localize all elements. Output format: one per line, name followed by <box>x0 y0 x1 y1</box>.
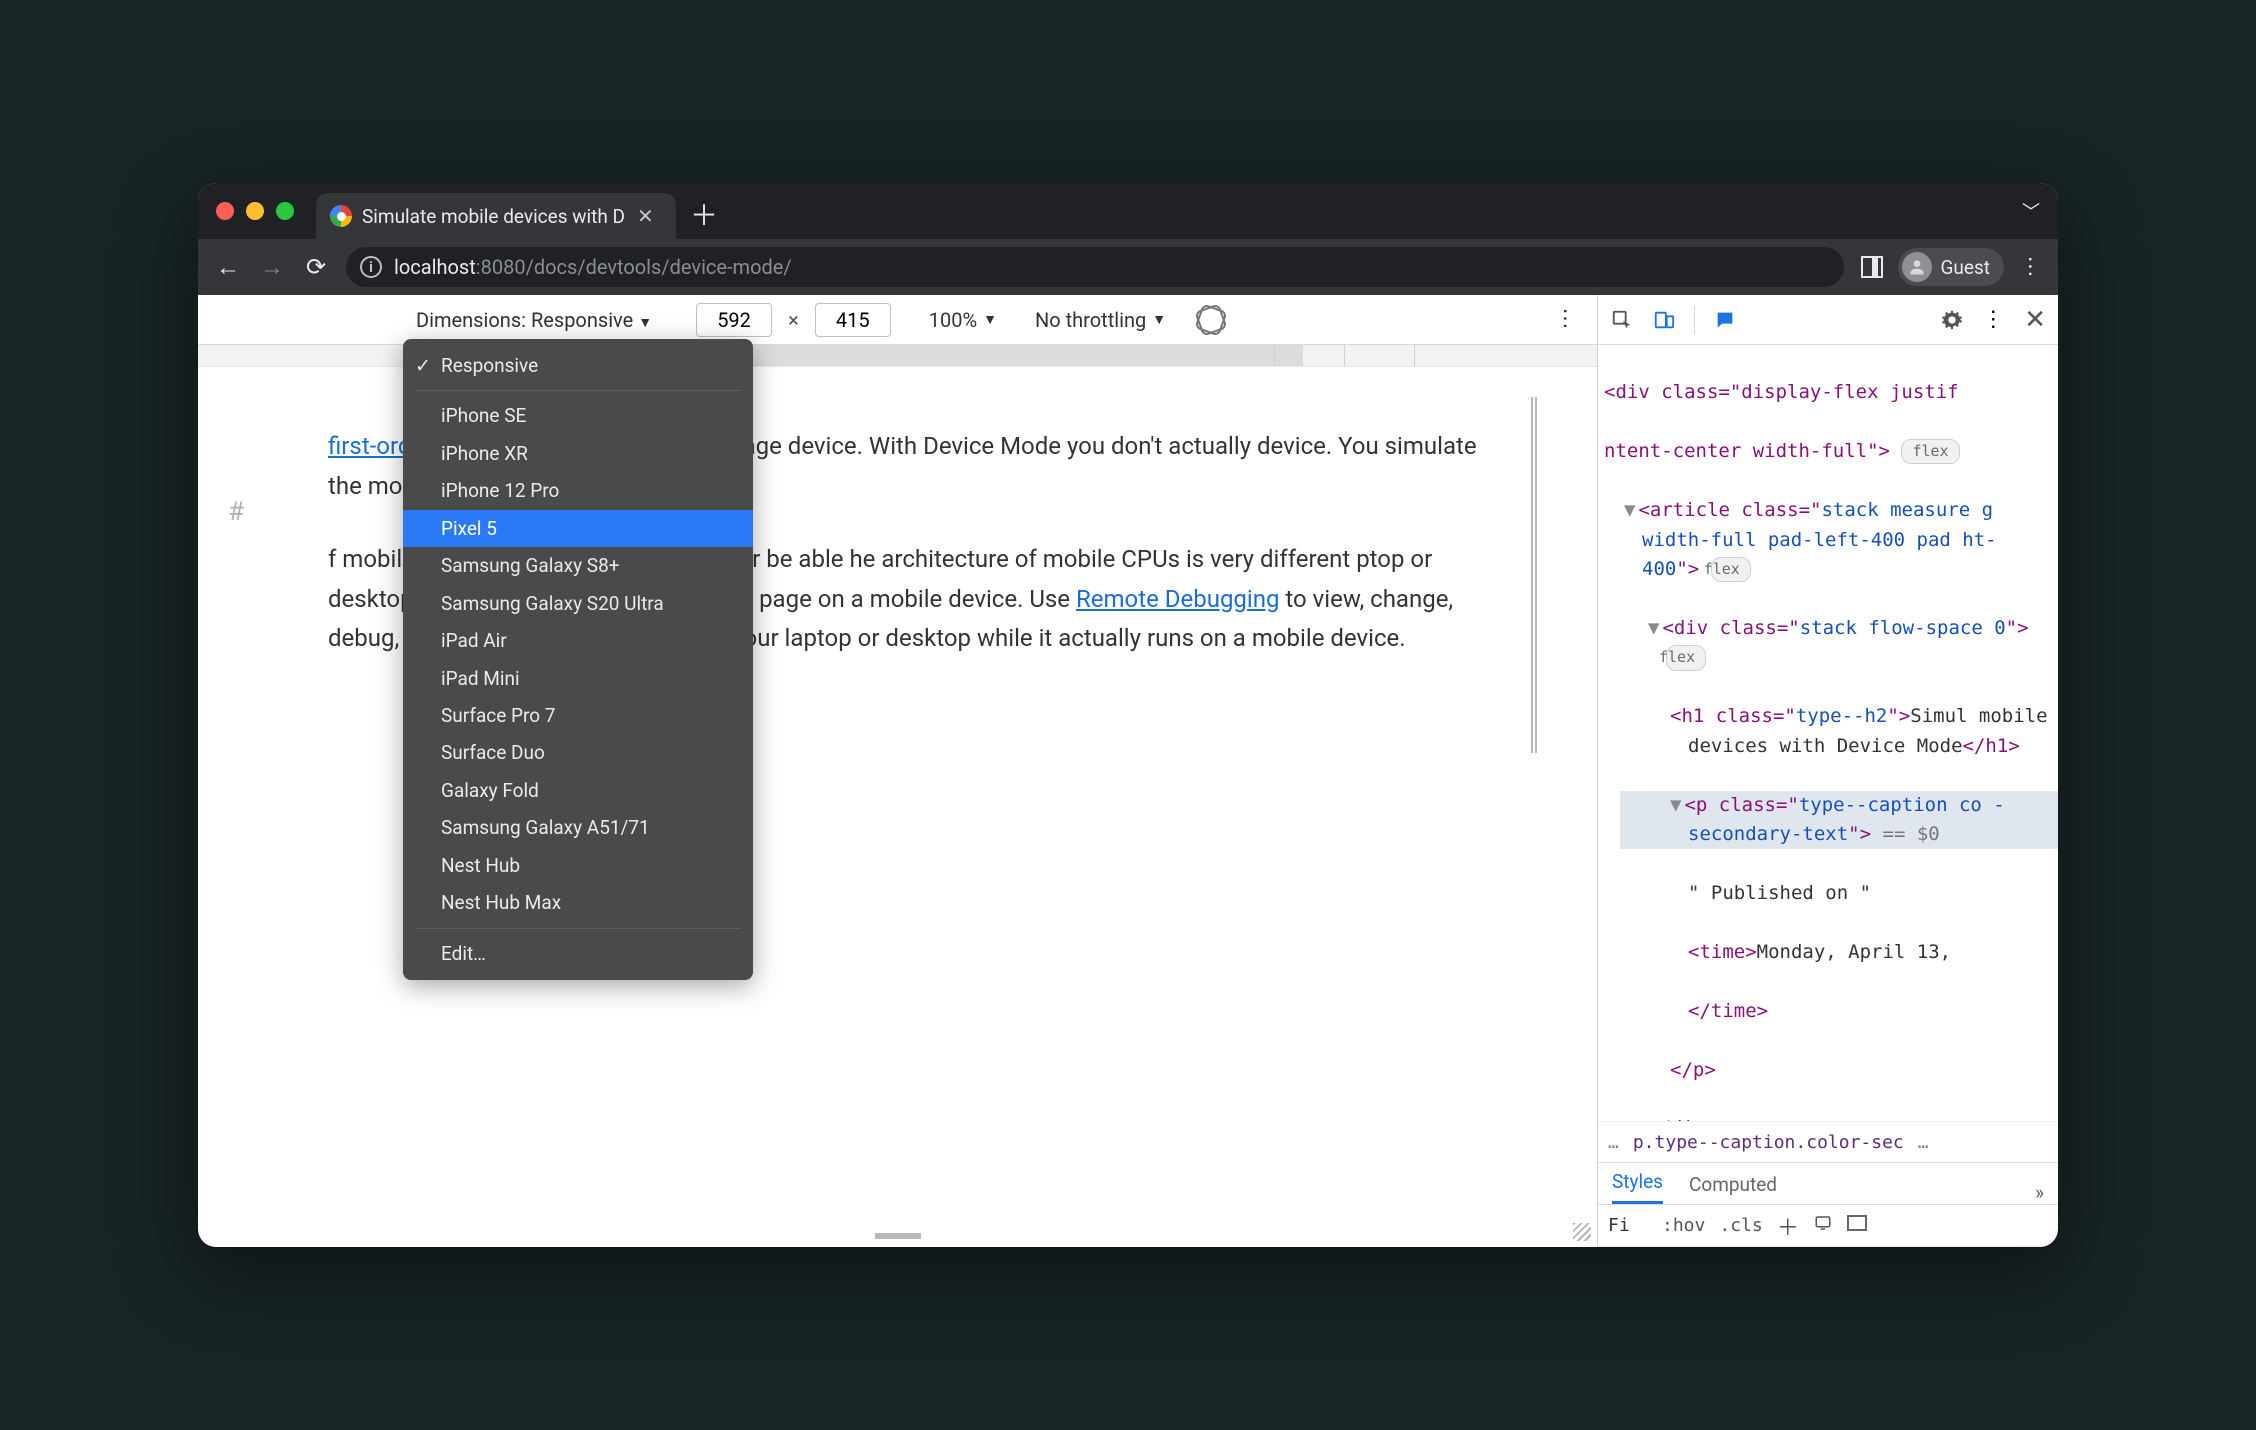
device-option-highlighted[interactable]: Pixel 5 <box>403 510 753 547</box>
cls-toggle[interactable]: .cls <box>1719 1215 1762 1236</box>
device-option[interactable]: iPad Air <box>403 622 753 659</box>
tab-computed[interactable]: Computed <box>1689 1173 1777 1204</box>
close-tab-button[interactable]: ✕ <box>635 204 656 228</box>
throttling-dropdown[interactable]: No throttling ▼ <box>1035 308 1166 332</box>
viewport-resize-grip[interactable] <box>1573 1223 1591 1241</box>
settings-gear-icon[interactable] <box>1940 308 1964 332</box>
chrome-favicon-icon <box>330 205 352 227</box>
profile-chip[interactable]: Guest <box>1898 248 2004 286</box>
hov-toggle[interactable]: :hov <box>1662 1215 1705 1236</box>
link-remote-debugging[interactable]: Remote Debugging <box>1076 585 1279 613</box>
device-toolbar: Dimensions: Responsive ▼ × 100% ▼ No thr… <box>198 295 1597 345</box>
dimensions-dropdown[interactable]: Dimensions: Responsive ▼ <box>416 308 652 332</box>
device-option[interactable]: iPad Mini <box>403 660 753 697</box>
device-option[interactable]: Surface Duo <box>403 734 753 771</box>
content-area: Dimensions: Responsive ▼ × 100% ▼ No thr… <box>198 295 2058 1247</box>
dom-breadcrumbs[interactable]: … p.type--caption.color-sec … <box>1598 1121 2058 1163</box>
profile-label: Guest <box>1940 256 1990 279</box>
forward-button[interactable]: → <box>258 253 286 282</box>
styles-tabs: Styles Computed » <box>1598 1163 2058 1205</box>
device-option-responsive[interactable]: Responsive <box>403 347 753 384</box>
devtools-close-button[interactable]: ✕ <box>2024 305 2046 335</box>
rotate-icon[interactable] <box>1198 307 1224 333</box>
crumb-ellipsis[interactable]: … <box>1608 1132 1619 1153</box>
browser-window: Simulate mobile devices with D ✕ ＋ ﹀ ← →… <box>198 183 2058 1247</box>
computed-styles-icon[interactable] <box>1813 1214 1833 1237</box>
times-icon: × <box>784 308 803 332</box>
viewport-pane: Dimensions: Responsive ▼ × 100% ▼ No thr… <box>198 295 1598 1247</box>
window-controls <box>216 202 294 220</box>
avatar-icon <box>1902 252 1932 282</box>
styles-filter-input[interactable]: Fi <box>1608 1215 1648 1236</box>
toolbar: ← → ⟳ i localhost:8080/docs/devtools/dev… <box>198 239 2058 295</box>
device-option[interactable]: Nest Hub <box>403 847 753 884</box>
close-window-button[interactable] <box>216 202 234 220</box>
tab-search-button[interactable]: ﹀ <box>2022 198 2040 224</box>
site-info-icon[interactable]: i <box>360 256 382 278</box>
width-input[interactable] <box>696 303 772 337</box>
side-panel-icon[interactable] <box>1860 255 1884 279</box>
device-option-edit[interactable]: Edit… <box>403 935 753 972</box>
device-option[interactable]: iPhone 12 Pro <box>403 472 753 509</box>
device-option[interactable]: Surface Pro 7 <box>403 697 753 734</box>
browser-tab[interactable]: Simulate mobile devices with D ✕ <box>316 193 676 239</box>
messages-icon[interactable] <box>1713 308 1737 332</box>
drawer-resize-handle[interactable] <box>875 1233 921 1239</box>
devtools-pane: ⋮ ✕ <div class="display-flex justif nten… <box>1598 295 2058 1247</box>
address-bar[interactable]: i localhost:8080/docs/devtools/device-mo… <box>346 247 1844 287</box>
reload-button[interactable]: ⟳ <box>302 253 330 281</box>
tab-styles[interactable]: Styles <box>1612 1170 1663 1204</box>
new-style-rule-button[interactable]: ＋ <box>1777 1210 1799 1242</box>
device-toggle-icon[interactable] <box>1652 308 1676 332</box>
crumb-ellipsis[interactable]: … <box>1918 1132 1929 1153</box>
minimize-window-button[interactable] <box>246 202 264 220</box>
device-option[interactable]: Samsung Galaxy S20 Ultra <box>403 585 753 622</box>
device-option[interactable]: iPhone SE <box>403 397 753 434</box>
titlebar: Simulate mobile devices with D ✕ ＋ ﹀ <box>198 183 2058 239</box>
device-list-dropdown: Responsive iPhone SE iPhone XR iPhone 12… <box>403 339 753 980</box>
devtools-menu-button[interactable]: ⋮ <box>1982 307 2006 332</box>
styles-toolbar: Fi :hov .cls ＋ <box>1598 1205 2058 1247</box>
zoom-dropdown[interactable]: 100% ▼ <box>929 308 997 332</box>
crumb-selected[interactable]: p.type--caption.color-sec <box>1633 1132 1904 1153</box>
elements-dom-tree[interactable]: <div class="display-flex justif ntent-ce… <box>1598 345 2058 1121</box>
anchor-hash-icon[interactable]: # <box>228 497 244 527</box>
device-option[interactable]: Samsung Galaxy A51/71 <box>403 809 753 846</box>
device-option[interactable]: Nest Hub Max <box>403 884 753 921</box>
inspect-element-icon[interactable] <box>1610 308 1634 332</box>
tab-title: Simulate mobile devices with D <box>362 205 625 228</box>
maximize-window-button[interactable] <box>276 202 294 220</box>
new-tab-button[interactable]: ＋ <box>684 194 724 234</box>
device-option[interactable]: Samsung Galaxy S8+ <box>403 547 753 584</box>
more-tabs-button[interactable]: » <box>2035 1181 2044 1204</box>
device-option[interactable]: Galaxy Fold <box>403 772 753 809</box>
back-button[interactable]: ← <box>214 253 242 282</box>
browser-menu-button[interactable]: ⋯ <box>2018 255 2043 279</box>
height-input[interactable] <box>815 303 891 337</box>
toggle-sidebar-icon[interactable] <box>1847 1215 1867 1236</box>
url-text: localhost:8080/docs/devtools/device-mode… <box>394 255 792 279</box>
devtools-toolbar: ⋮ ✕ <box>1598 295 2058 345</box>
device-toolbar-menu[interactable]: ⋯ <box>1553 308 1578 332</box>
device-option[interactable]: iPhone XR <box>403 435 753 472</box>
